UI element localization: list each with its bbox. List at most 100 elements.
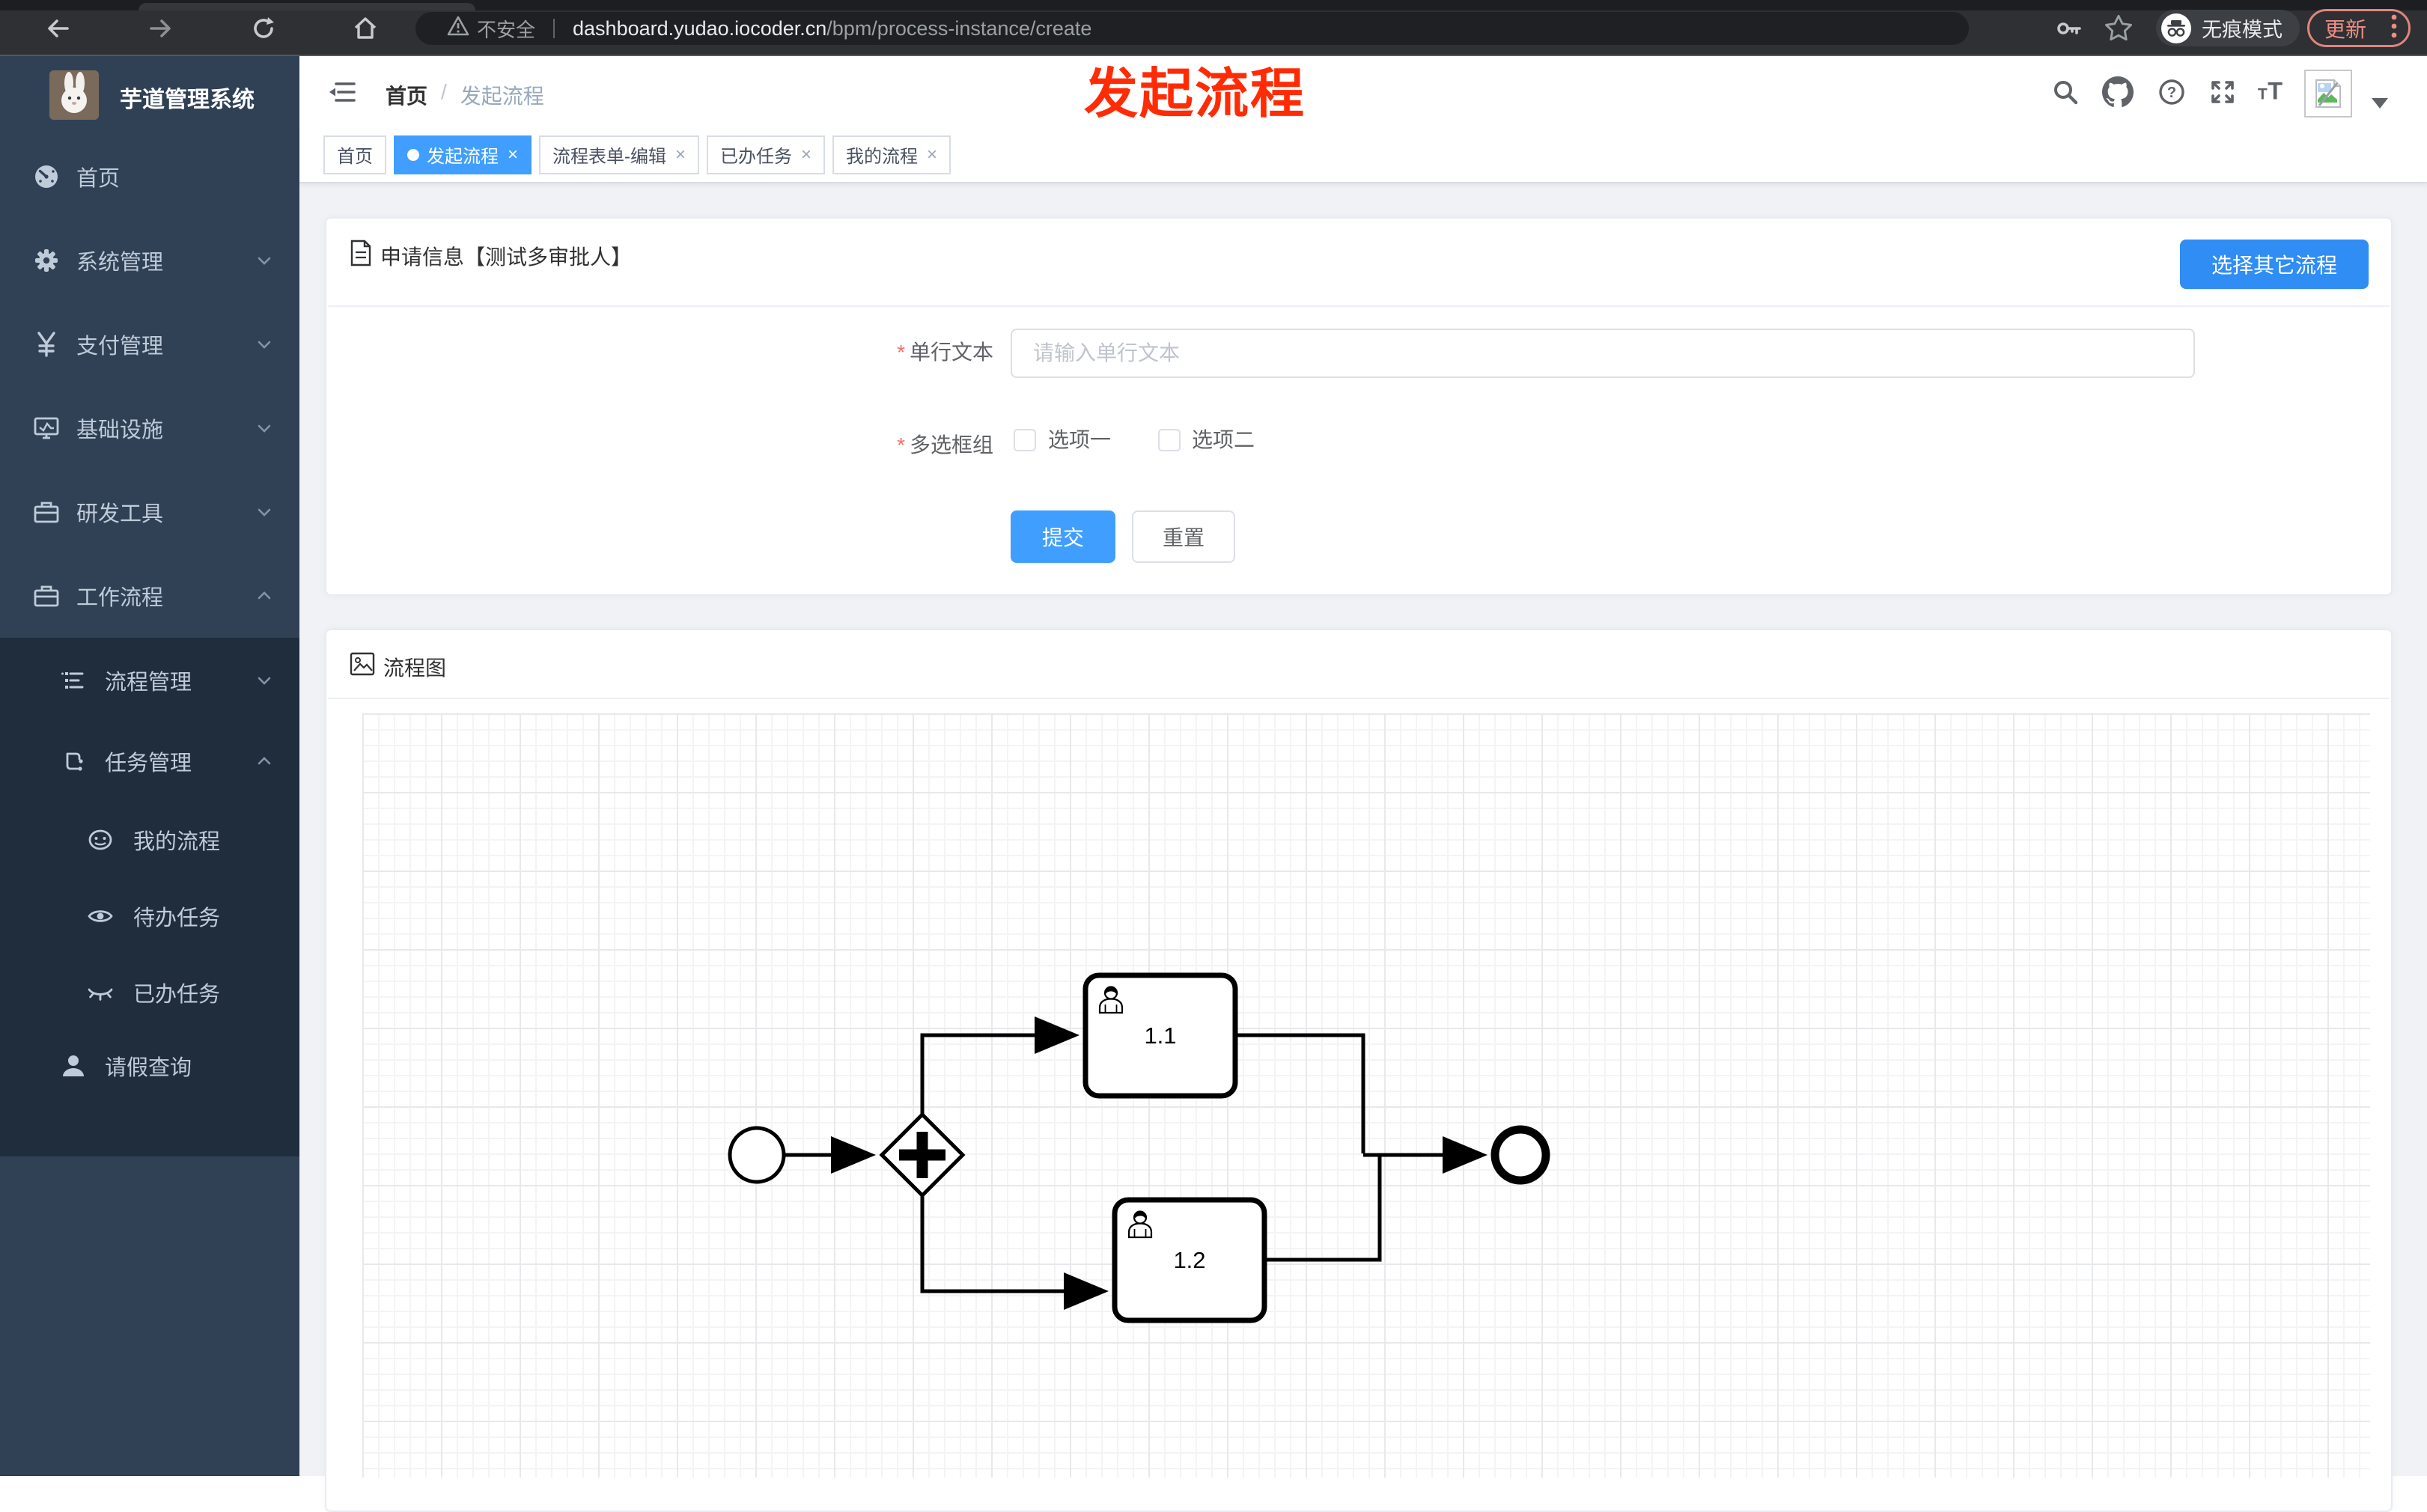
incognito-icon <box>2161 13 2191 43</box>
tab-label: 首页 <box>337 147 373 167</box>
tab-home[interactable]: 首页 <box>323 135 386 174</box>
checkbox-label-1[interactable]: 选项一 <box>1048 429 1111 451</box>
apply-info-card: 申请信息【测试多审批人】 选择其它流程 *单行文本 *多选框组 选项一 选项二 … <box>325 217 2393 596</box>
field-label-single-line: * 单行文本 <box>897 341 993 364</box>
task-label: 1.2 <box>1173 1247 1205 1273</box>
chevron-down-icon <box>255 418 274 438</box>
eye-open-icon <box>87 903 114 930</box>
checkbox-option-2[interactable] <box>1158 429 1181 451</box>
logo-avatar <box>49 70 99 120</box>
sidebar-item-my-process[interactable]: 我的流程 <box>0 802 299 878</box>
sidebar-item-payment[interactable]: 支付管理 <box>0 302 299 386</box>
url-bar[interactable]: 不安全 dashboard.yudao.iocoder.cn/bpm/proce… <box>415 12 1969 45</box>
tab-my-process[interactable]: 我的流程 × <box>832 135 951 174</box>
yen-icon <box>33 331 60 358</box>
app-header: 首页 / 发起流程 ? TT <box>299 56 2427 127</box>
github-icon[interactable] <box>2102 76 2134 108</box>
tab-start-process[interactable]: 发起流程 × <box>394 135 532 174</box>
tags-view-bar: 首页 发起流程 × 流程表单-编辑 × 已办任务 × 我的流程 × <box>299 127 2427 183</box>
single-line-text-input[interactable] <box>1011 329 2195 378</box>
url-divider <box>553 19 555 38</box>
gear-icon <box>33 247 60 274</box>
document-icon <box>349 240 373 272</box>
user-task-1-1[interactable]: 1.1 <box>1082 972 1238 1099</box>
bpmn-canvas[interactable]: 1.1 1.2 <box>362 713 2370 1478</box>
svg-text:T: T <box>2268 78 2283 105</box>
chevron-down-icon <box>255 671 274 690</box>
sidebar-item-task-mgmt[interactable]: 任务管理 <box>0 721 299 802</box>
sidebar-item-done-tasks[interactable]: 已办任务 <box>0 954 299 1031</box>
help-icon[interactable]: ? <box>2156 76 2187 108</box>
search-icon[interactable] <box>2050 76 2081 108</box>
sidebar-item-infra[interactable]: 基础设施 <box>0 386 299 470</box>
user-icon <box>60 1052 87 1079</box>
svg-text:?: ? <box>2167 85 2176 101</box>
update-button[interactable]: 更新 <box>2307 9 2411 47</box>
monitor-icon <box>33 415 60 442</box>
font-size-icon[interactable]: TT <box>2256 76 2288 108</box>
tree-list-icon <box>60 667 87 694</box>
tab-close-icon[interactable]: × <box>927 144 937 165</box>
reload-icon[interactable] <box>247 12 280 45</box>
tab-label: 发起流程 <box>427 147 499 167</box>
tab-process-form-edit[interactable]: 流程表单-编辑 × <box>539 135 700 174</box>
chevron-down-icon <box>255 502 274 522</box>
tab-close-icon[interactable]: × <box>675 144 686 165</box>
sidebar-item-label: 任务管理 <box>105 752 192 775</box>
fullscreen-icon[interactable] <box>2207 76 2238 108</box>
sidebar-item-process-mgmt[interactable]: 流程管理 <box>0 640 299 721</box>
sidebar-item-todo-tasks[interactable]: 待办任务 <box>0 878 299 954</box>
user-task-1-2[interactable]: 1.2 <box>1112 1197 1267 1323</box>
back-icon[interactable] <box>42 12 75 45</box>
sidebar-item-label: 已办任务 <box>133 983 221 1007</box>
chevron-up-icon <box>255 586 274 606</box>
dashboard-icon <box>33 163 60 190</box>
bookmark-star-icon[interactable] <box>2102 12 2135 45</box>
sidebar-item-workflow[interactable]: 工作流程 <box>0 554 299 638</box>
app-logo[interactable]: 芋道管理系统 <box>0 56 299 135</box>
sidebar-item-home[interactable]: 首页 <box>0 135 299 219</box>
tab-close-icon[interactable]: × <box>508 144 518 165</box>
checkbox-label-2[interactable]: 选项二 <box>1192 429 1255 451</box>
sidebar-fold-icon[interactable] <box>326 76 358 108</box>
breadcrumb-current: 发起流程 <box>460 85 544 108</box>
breadcrumb-home[interactable]: 首页 <box>386 80 427 110</box>
checkbox-option-1[interactable] <box>1014 429 1036 451</box>
tab-close-icon[interactable]: × <box>801 144 811 165</box>
home-icon[interactable] <box>349 12 382 45</box>
end-event[interactable] <box>1490 1125 1550 1185</box>
sidebar-item-label: 研发工具 <box>76 502 164 526</box>
sidebar-item-devtools[interactable]: 研发工具 <box>0 470 299 554</box>
browser-menu-icon[interactable] <box>2390 13 2398 43</box>
tab-done-tasks[interactable]: 已办任务 × <box>707 135 826 174</box>
browser-tabstrip <box>0 0 2427 10</box>
sidebar-item-leave-query[interactable]: 请假查询 <box>0 1031 299 1101</box>
tab-label: 已办任务 <box>720 147 793 167</box>
parallel-gateway[interactable] <box>879 1112 966 1198</box>
sidebar-item-system[interactable]: 系统管理 <box>0 219 299 302</box>
submit-button[interactable]: 提交 <box>1011 510 1115 563</box>
avatar[interactable] <box>2304 70 2352 118</box>
sidebar-item-label: 基础设施 <box>76 418 164 442</box>
choose-other-process-button[interactable]: 选择其它流程 <box>2180 240 2369 289</box>
card-title: 申请信息【测试多审批人】 <box>380 245 633 269</box>
browser-tab[interactable] <box>138 3 475 10</box>
avatar-caret-icon[interactable] <box>2372 98 2388 109</box>
key-icon[interactable] <box>2053 12 2086 45</box>
sidebar-item-label: 我的流程 <box>133 830 221 854</box>
reset-button[interactable]: 重置 <box>1132 510 1235 563</box>
app-title: 芋道管理系统 <box>120 88 255 112</box>
security-label: 不安全 <box>477 18 536 41</box>
briefcase-icon <box>33 499 60 525</box>
forward-icon[interactable] <box>144 12 177 45</box>
eye-closed-icon <box>87 979 114 1006</box>
incognito-label: 无痕模式 <box>2202 19 2283 41</box>
card-header: 流程图 <box>349 651 446 682</box>
sidebar-item-label: 工作流程 <box>76 586 164 610</box>
svg-text:T: T <box>2258 86 2268 103</box>
image-icon <box>349 651 376 682</box>
url-path: /bpm/process-instance/create <box>826 16 1092 40</box>
start-event[interactable] <box>728 1126 786 1184</box>
card-divider <box>328 698 2390 699</box>
bpmn-diagram: 1.1 1.2 <box>728 972 1550 1323</box>
